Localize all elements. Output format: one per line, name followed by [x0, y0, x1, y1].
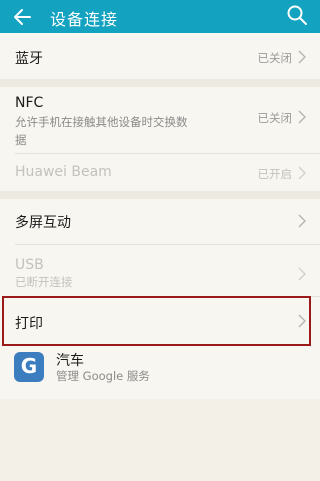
chevron-right-icon — [298, 110, 306, 124]
usb-label: USB — [15, 257, 44, 273]
usb-description: 已断开连接 — [15, 275, 73, 289]
search-icon[interactable] — [286, 4, 308, 26]
nfc-description-line2: 据 — [15, 133, 27, 147]
page-title: 设备连接 — [50, 10, 119, 29]
huawei-beam-label: Huawei Beam — [15, 164, 112, 180]
section-gap — [0, 79, 320, 87]
bluetooth-row[interactable]: 蓝牙 已关闭 — [0, 33, 320, 79]
chevron-right-icon — [298, 50, 306, 64]
section-gap — [0, 191, 320, 199]
nfc-description-line1: 允许手机在接触其他设备时交换数 — [15, 115, 188, 129]
chevron-right-icon — [298, 214, 306, 228]
bluetooth-label: 蓝牙 — [15, 51, 43, 67]
huawei-beam-row: Huawei Beam 已开启 — [0, 154, 320, 191]
chevron-right-icon — [298, 267, 306, 281]
huawei-beam-status: 已开启 — [257, 167, 293, 181]
car-row[interactable]: 汽车 管理 Google 服务 — [0, 346, 320, 392]
nfc-label: NFC — [15, 95, 44, 111]
arrow-left-icon[interactable] — [10, 3, 38, 31]
car-description: 管理 Google 服务 — [56, 369, 150, 383]
nfc-row[interactable]: NFC 允许手机在接触其他设备时交换数 据 已关闭 — [0, 87, 320, 153]
highlight-box — [2, 296, 311, 346]
multiscreen-label: 多屏互动 — [15, 215, 71, 231]
bluetooth-status: 已关闭 — [257, 51, 293, 65]
multiscreen-row[interactable]: 多屏互动 — [0, 199, 320, 241]
google-icon: G — [14, 352, 44, 382]
app-bar: 设备连接 — [0, 0, 320, 33]
usb-row: USB 已断开连接 — [0, 245, 320, 294]
chevron-right-icon — [298, 166, 306, 180]
google-icon-letter: G — [20, 354, 38, 378]
nfc-status: 已关闭 — [257, 111, 293, 125]
